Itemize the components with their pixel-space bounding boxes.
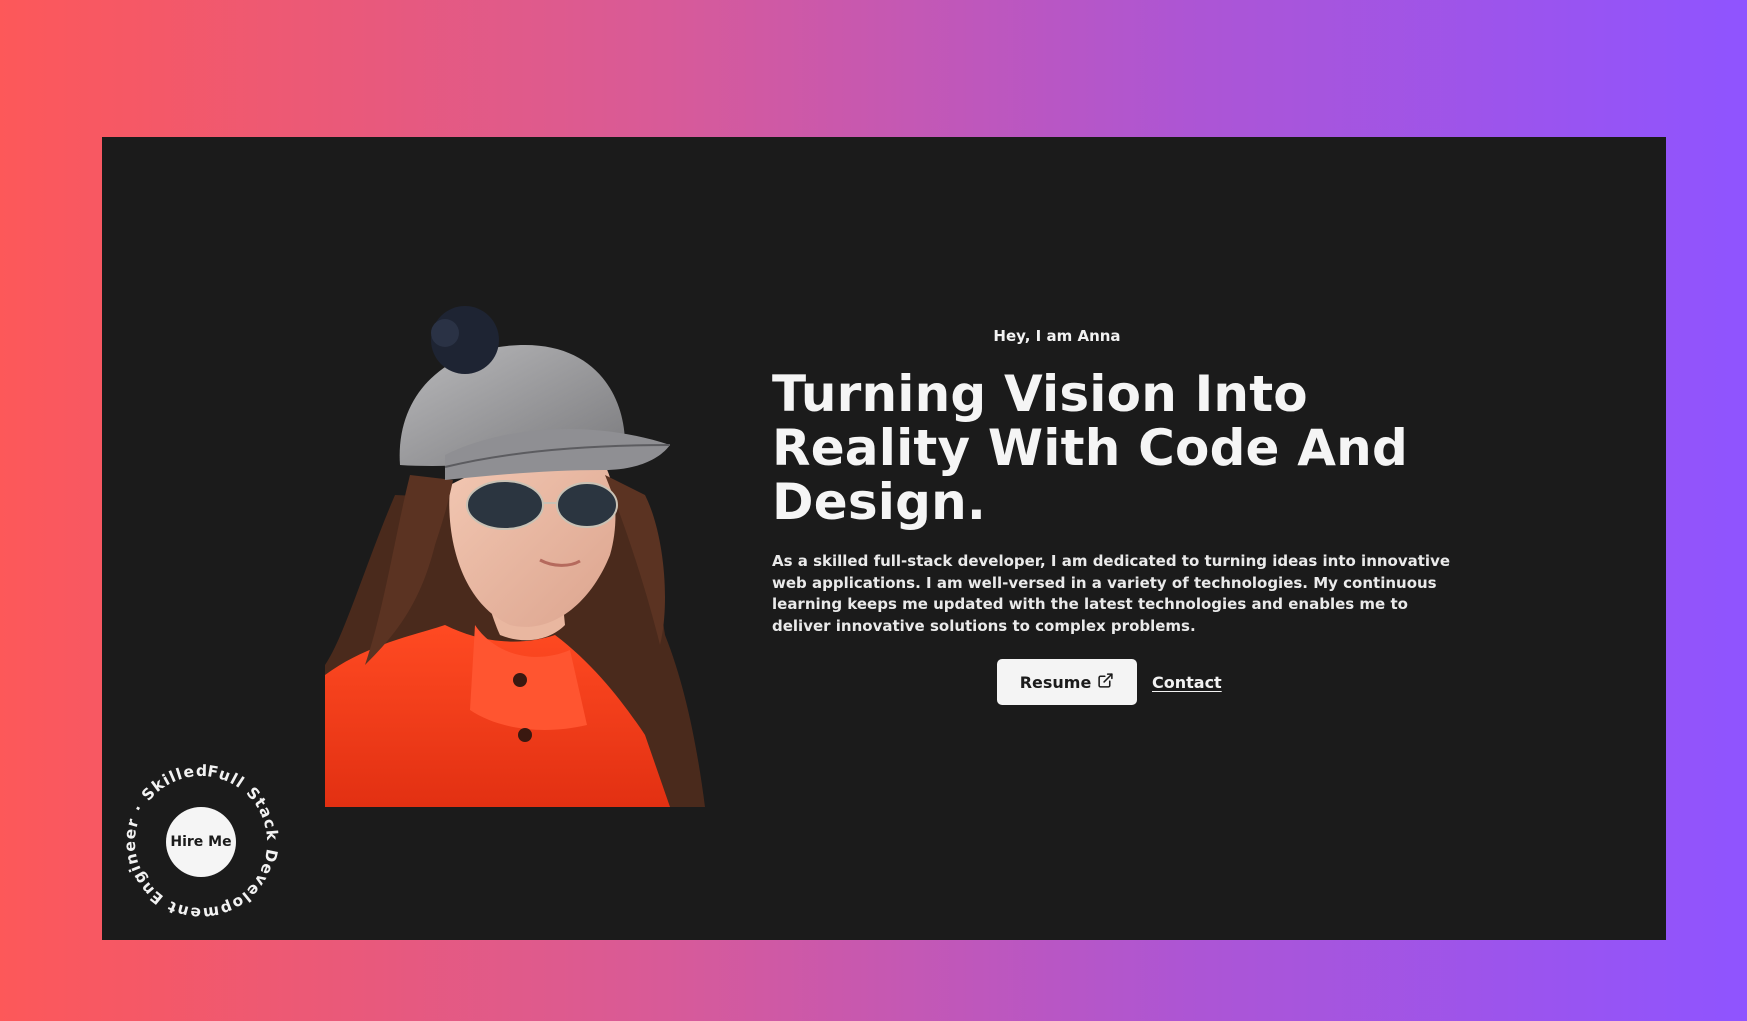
hero-panel: Hey, I am Anna Turning Vision Into Reali…: [102, 137, 1666, 940]
hire-me-button[interactable]: Hire Me: [166, 807, 236, 877]
external-link-icon: [1097, 672, 1114, 693]
greeting-text: Hey, I am Anna: [993, 327, 1121, 345]
hire-me-badge: Full Stack Development Engineer · Skille…: [116, 757, 286, 927]
contact-link[interactable]: Contact: [1152, 673, 1222, 692]
hero-bio: As a skilled full-stack developer, I am …: [772, 552, 1451, 635]
profile-portrait: [325, 305, 712, 807]
resume-button-label: Resume: [1019, 672, 1092, 692]
resume-button[interactable]: Resume: [997, 659, 1137, 705]
hero-actions: Resume Contact: [997, 659, 1222, 705]
hero-headline: Turning Vision Into Reality With Code An…: [772, 365, 1408, 531]
